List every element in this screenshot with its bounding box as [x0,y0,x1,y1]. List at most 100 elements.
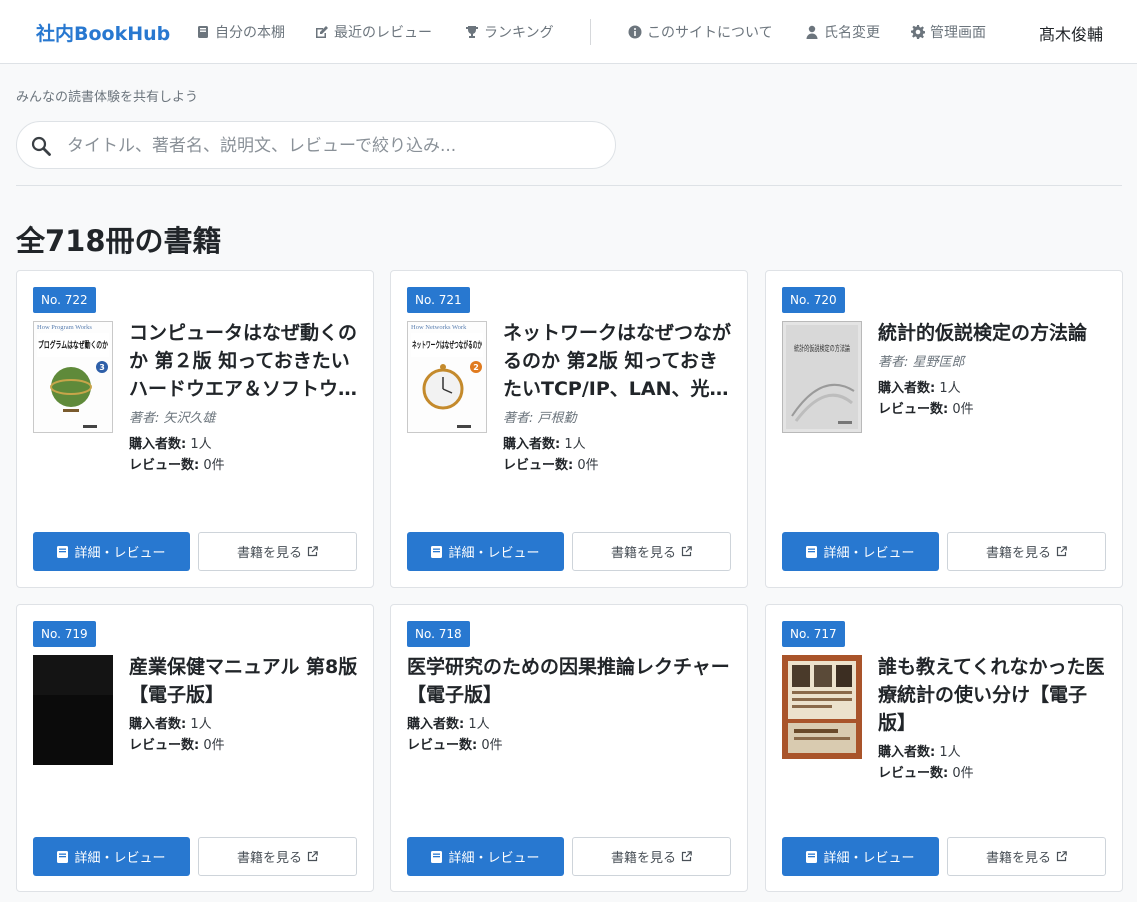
book-info: 産業保健マニュアル 第8版【電子版】 購入者数: 1人 レビュー数: 0件 [129,653,361,756]
nav-recent-reviews[interactable]: 最近のレビュー [315,22,432,42]
book-title[interactable]: ネットワークはなぜつながるのか 第2版 知っておきたいTCP/IP、LAN、光フ… [503,319,735,403]
external-link-icon [1056,546,1067,557]
book-card: No. 720 統計的仮説検定の方法論 統計的仮説検定の方法論 著者: 星野匡郎… [765,270,1123,588]
brand-logo[interactable]: 社内BookHub [36,19,170,46]
view-book-button[interactable]: 書籍を見る [947,532,1106,571]
book-icon [57,545,69,558]
book-number-badge: No. 720 [782,287,845,313]
book-cover[interactable]: How Program Works プログラムはなぜ動くのか 3 [33,321,113,433]
view-book-button[interactable]: 書籍を見る [198,837,357,876]
book-info: ネットワークはなぜつながるのか 第2版 知っておきたいTCP/IP、LAN、光フ… [503,319,735,476]
book-review-count: レビュー数: 0件 [407,738,503,753]
trophy-icon [466,26,478,38]
book-card: No. 717 誰も教えてくれなかった医療統計の使い分け【電子版】 購入者数: … [765,604,1123,892]
book-author: 著者: 矢沢久雄 [129,411,216,426]
detail-review-button[interactable]: 詳細・レビュー [33,532,190,571]
book-cover[interactable] [782,655,862,759]
book-buyers: 購入者数: 1人 [129,717,212,732]
cover-badge-number: 3 [99,363,105,372]
search-box[interactable] [16,121,616,169]
book-title[interactable]: コンピュータはなぜ動くのか 第２版 知っておきたいハードウエア＆ソフトウエアの基… [129,319,361,403]
search-icon [31,136,51,156]
book-review-count: レビュー数: 0件 [878,766,974,781]
external-link-icon [307,851,318,862]
gear-icon [911,25,925,39]
nav-ranking[interactable]: ランキング [465,22,554,42]
cover-main-text: ネットワークはなぜつながるのか [412,339,482,351]
cover-main-text: 統計的仮説検定の方法論 [794,343,850,353]
cover-top-text: How Networks Work [411,324,467,331]
nav-admin[interactable]: 管理画面 [911,22,986,42]
book-title[interactable]: 誰も教えてくれなかった医療統計の使い分け【電子版】 [878,653,1110,737]
book-number-badge: No. 717 [782,621,845,647]
book-cover[interactable]: 統計的仮説検定の方法論 [782,321,862,433]
nav-change-name-label: 氏名変更 [824,25,880,41]
nav-recent-reviews-label: 最近のレビュー [334,25,432,41]
book-title[interactable]: 産業保健マニュアル 第8版【電子版】 [129,653,361,709]
detail-review-button[interactable]: 詳細・レビュー [407,837,564,876]
detail-review-button[interactable]: 詳細・レビュー [33,837,190,876]
view-book-button[interactable]: 書籍を見る [572,532,731,571]
external-link-icon [681,546,692,557]
book-number-badge: No. 718 [407,621,470,647]
view-book-button[interactable]: 書籍を見る [947,837,1106,876]
detail-review-button[interactable]: 詳細・レビュー [407,532,564,571]
detail-review-button[interactable]: 詳細・レビュー [782,837,939,876]
book-author: 著者: 星野匡郎 [878,355,965,370]
user-icon [806,25,818,39]
user-name[interactable]: 髙木俊輔 [1039,21,1103,45]
book-title[interactable]: 統計的仮説検定の方法論 [878,319,1110,347]
tagline: みんなの読書体験を共有しよう [16,90,199,105]
book-title[interactable]: 医学研究のための因果推論レクチャー【電子版】 [407,653,737,709]
book-author: 著者: 戸根勤 [503,411,577,426]
book-icon [431,850,443,863]
book-cover[interactable] [33,655,113,765]
nav-divider [590,19,591,45]
external-link-icon [681,851,692,862]
nav-admin-label: 管理画面 [930,25,986,41]
book-info: 医学研究のための因果推論レクチャー【電子版】 購入者数: 1人 レビュー数: 0… [407,653,737,756]
cover-main-text: プログラムはなぜ動くのか [38,339,108,351]
book-review-count: レビュー数: 0件 [503,458,599,473]
info-icon [628,25,642,39]
book-number-badge: No. 719 [33,621,96,647]
search-input[interactable] [67,132,597,160]
book-info: 統計的仮説検定の方法論 著者: 星野匡郎 購入者数: 1人 レビュー数: 0件 [878,319,1110,420]
book-card: No. 721 How Networks Work ネットワークはなぜつながるの… [390,270,748,588]
navbar: 社内BookHub 自分の本棚 最近のレビュー ランキング このサイトについて … [0,0,1137,64]
nav-change-name[interactable]: 氏名変更 [805,22,880,42]
detail-review-button[interactable]: 詳細・レビュー [782,532,939,571]
book-icon [806,545,818,558]
view-book-button[interactable]: 書籍を見る [198,532,357,571]
book-card: No. 722 How Program Works プログラムはなぜ動くのか 3… [16,270,374,588]
nav-bookshelf[interactable]: 自分の本棚 [196,22,285,42]
book-cover[interactable]: How Networks Work ネットワークはなぜつながるのか 2 [407,321,487,433]
book-card: No. 718 医学研究のための因果推論レクチャー【電子版】 購入者数: 1人 … [390,604,748,892]
book-icon [198,26,208,38]
nav-about-label: このサイトについて [647,25,773,41]
book-buyers: 購入者数: 1人 [878,381,961,396]
external-link-icon [307,546,318,557]
book-buyers: 購入者数: 1人 [129,437,212,452]
external-link-icon [1056,851,1067,862]
book-buyers: 購入者数: 1人 [878,745,961,760]
book-buyers: 購入者数: 1人 [407,717,490,732]
header-divider [16,185,1122,186]
book-buyers: 購入者数: 1人 [503,437,586,452]
nav-about[interactable]: このサイトについて [628,22,773,42]
book-review-count: レビュー数: 0件 [878,402,974,417]
book-number-badge: No. 721 [407,287,470,313]
cover-top-text: How Program Works [37,324,92,331]
nav-ranking-label: ランキング [484,25,554,41]
book-card: No. 719 産業保健マニュアル 第8版【電子版】 購入者数: 1人 レビュー… [16,604,374,892]
book-info: コンピュータはなぜ動くのか 第２版 知っておきたいハードウエア＆ソフトウエアの基… [129,319,361,476]
book-icon [806,850,818,863]
view-book-button[interactable]: 書籍を見る [572,837,731,876]
book-review-count: レビュー数: 0件 [129,458,225,473]
nav-bookshelf-label: 自分の本棚 [215,25,285,41]
cover-badge-number: 2 [473,363,479,372]
book-icon [57,850,69,863]
book-review-count: レビュー数: 0件 [129,738,225,753]
book-info: 誰も教えてくれなかった医療統計の使い分け【電子版】 購入者数: 1人 レビュー数… [878,653,1110,784]
edit-icon [316,26,328,38]
